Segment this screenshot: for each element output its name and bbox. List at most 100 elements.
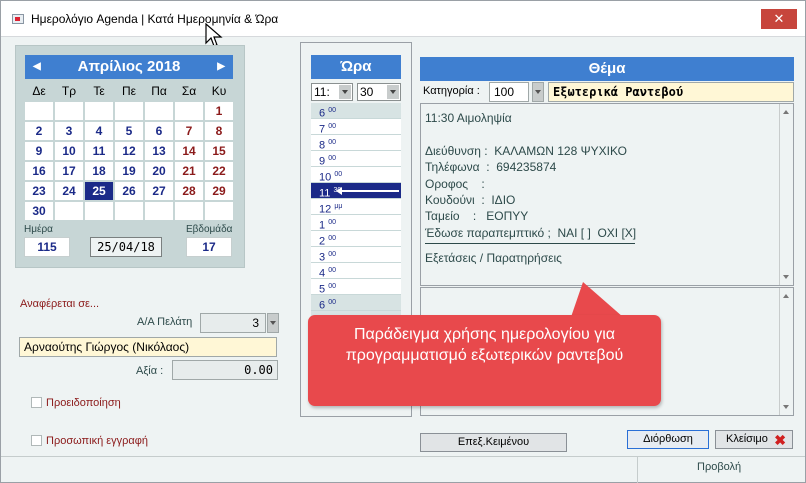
calendar-day[interactable]: 28: [175, 182, 203, 200]
close-button[interactable]: Κλείσιμο ✖: [715, 430, 793, 449]
calendar-empty-cell: [55, 202, 83, 220]
notes-scrollbar[interactable]: [779, 104, 793, 285]
weekday-header: Τρ: [61, 84, 77, 98]
time-slot[interactable]: 8 00: [311, 135, 401, 152]
notes-line: Έδωσε παραπεμπτικό ; ΝΑΙ [ ] ΟΧΙ [X]: [425, 225, 637, 240]
calendar-day[interactable]: 6: [145, 122, 173, 140]
hour-select-value: 11:: [314, 85, 330, 99]
selected-slot-arrow-icon: [336, 187, 399, 195]
calendar-day[interactable]: 8: [205, 122, 233, 140]
hour-dropdown-icon[interactable]: [339, 85, 351, 99]
calendar-day[interactable]: 26: [115, 182, 143, 200]
status-separator: [637, 457, 638, 483]
category-code-field[interactable]: 100: [489, 82, 529, 102]
calendar-day[interactable]: 11: [85, 142, 113, 160]
calendar-panel: ◀ Απρίλιος 2018 ▶ Δε Τρ Τε Πε Πα Σα Κυ 1 2 3 4 5 6 7 8…: [15, 45, 245, 268]
calendar-day[interactable]: 5: [115, 122, 143, 140]
edit-text-button[interactable]: Επεξ.Κειμένου: [420, 433, 567, 452]
notes-lines: 11:30 Αιμοληψία Διεύθυνση : ΚΑΛΑΜΩΝ 128 Ψ…: [425, 110, 793, 241]
calendar-day[interactable]: 12: [115, 142, 143, 160]
status-bar: Προβολή: [1, 456, 805, 483]
time-slot[interactable]: 2 00: [311, 231, 401, 248]
scroll-up-icon[interactable]: [783, 110, 789, 114]
time-slot-minute: 00: [328, 283, 336, 290]
calendar-day[interactable]: 16: [25, 162, 53, 180]
value-field[interactable]: 0.00: [172, 360, 278, 380]
prev-month-arrow-icon[interactable]: ◀: [33, 55, 41, 79]
date-field[interactable]: 25/04/18: [90, 237, 162, 257]
time-slot-hour: 1: [319, 219, 326, 232]
calendar-day[interactable]: 27: [145, 182, 173, 200]
calendar-day[interactable]: 1: [205, 102, 233, 120]
notes-line: Τηλέφωνα : 694235874: [425, 160, 557, 175]
time-slot-minute: 00: [328, 235, 336, 242]
week-value: 17: [186, 237, 232, 257]
minute-dropdown-icon[interactable]: [387, 85, 399, 99]
calendar-day[interactable]: 23: [25, 182, 53, 200]
customer-name-field[interactable]: Αρναούτης Γιώργος (Νικόλαος): [19, 337, 277, 357]
time-slot[interactable]: 12 μμ: [311, 199, 401, 216]
calendar-empty-cell: [205, 202, 233, 220]
calendar-empty-cell: [115, 102, 143, 120]
time-slot[interactable]: 6 00: [311, 103, 401, 120]
calendar-day[interactable]: 13: [145, 142, 173, 160]
calendar-day[interactable]: 19: [115, 162, 143, 180]
apply-button[interactable]: Διόρθωση: [627, 430, 709, 449]
calendar-grid: Δε Τρ Τε Πε Πα Σα Κυ 1 2 3 4 5 6 7 8 9 10 11 12 13 14 15 16 17 1…: [25, 82, 233, 220]
weekday-header: Πε: [121, 84, 136, 98]
category-name-field[interactable]: Εξωτερικά Ραντεβού: [548, 82, 794, 102]
calendar-day[interactable]: 9: [25, 142, 53, 160]
day-of-year-label: Ημέρα: [24, 224, 53, 235]
category-dropdown-icon[interactable]: [532, 82, 544, 102]
time-slot[interactable]: 4 00: [311, 263, 401, 280]
time-slot[interactable]: 5 00: [311, 279, 401, 296]
time-slot[interactable]: 11 30: [311, 183, 401, 200]
notes-line: Διεύθυνση : ΚΑΛΑΜΩΝ 128 ΨΥΧΙΚΟ: [425, 143, 627, 158]
window-close-button[interactable]: ✕: [761, 9, 797, 29]
scroll-up-icon[interactable]: [783, 294, 789, 298]
time-slot-hour: 6: [319, 299, 326, 312]
weekday-header: Σα: [181, 84, 197, 98]
calendar-day[interactable]: 7: [175, 122, 203, 140]
calendar-day[interactable]: 25: [85, 182, 113, 200]
extra-notes-scrollbar[interactable]: [779, 288, 793, 415]
scroll-down-icon[interactable]: [783, 405, 789, 409]
scroll-down-icon[interactable]: [783, 275, 789, 279]
calendar-day[interactable]: 10: [55, 142, 83, 160]
time-slot[interactable]: 9 00: [311, 151, 401, 168]
calendar-day[interactable]: 4: [85, 122, 113, 140]
customer-no-dropdown-icon[interactable]: [267, 313, 279, 333]
calendar-day[interactable]: 15: [205, 142, 233, 160]
time-slot[interactable]: 7 00: [311, 119, 401, 136]
time-slot[interactable]: 6 00: [311, 295, 401, 312]
calendar-day[interactable]: 14: [175, 142, 203, 160]
customer-no-field[interactable]: 3: [200, 313, 266, 333]
minute-select[interactable]: 30: [357, 83, 401, 101]
calendar-day[interactable]: 30: [25, 202, 53, 220]
notes-textarea[interactable]: 11:30 Αιμοληψία Διεύθυνση : ΚΑΛΑΜΩΝ 128 Ψ…: [420, 103, 794, 286]
weekday-header: Τε: [93, 84, 105, 98]
time-slot-list: 6 00 7 00 8 00 9 00 10 00 11 30 12 μμ 1 00 2 00 3…: [311, 103, 401, 328]
time-slot[interactable]: 3 00: [311, 247, 401, 264]
time-slot[interactable]: 1 00: [311, 215, 401, 232]
calendar-day[interactable]: 2: [25, 122, 53, 140]
calendar-day[interactable]: 3: [55, 122, 83, 140]
notes-footer: Εξετάσεις / Παρατηρήσεις: [425, 251, 562, 266]
next-month-arrow-icon[interactable]: ▶: [217, 55, 225, 79]
calendar-day[interactable]: 17: [55, 162, 83, 180]
calendar-empty-cell: [175, 102, 203, 120]
notify-checkbox[interactable]: [31, 397, 42, 408]
title-bar: Ημερολόγιο Agenda | Κατά Ημερομηνία & Ώρ…: [1, 1, 805, 37]
calendar-day[interactable]: 24: [55, 182, 83, 200]
calendar-day[interactable]: 20: [145, 162, 173, 180]
calendar-day[interactable]: 21: [175, 162, 203, 180]
personal-label: Προσωπική εγγραφή: [46, 435, 149, 447]
personal-checkbox[interactable]: [31, 435, 42, 446]
time-slot[interactable]: 10 00: [311, 167, 401, 184]
notes-line: Ταμείο : ΕΟΠΥΥ: [425, 209, 529, 224]
calendar-day[interactable]: 18: [85, 162, 113, 180]
calendar-day[interactable]: 29: [205, 182, 233, 200]
calendar-day[interactable]: 22: [205, 162, 233, 180]
day-of-year-value: 115: [24, 237, 70, 257]
hour-select[interactable]: 11:: [311, 83, 353, 101]
